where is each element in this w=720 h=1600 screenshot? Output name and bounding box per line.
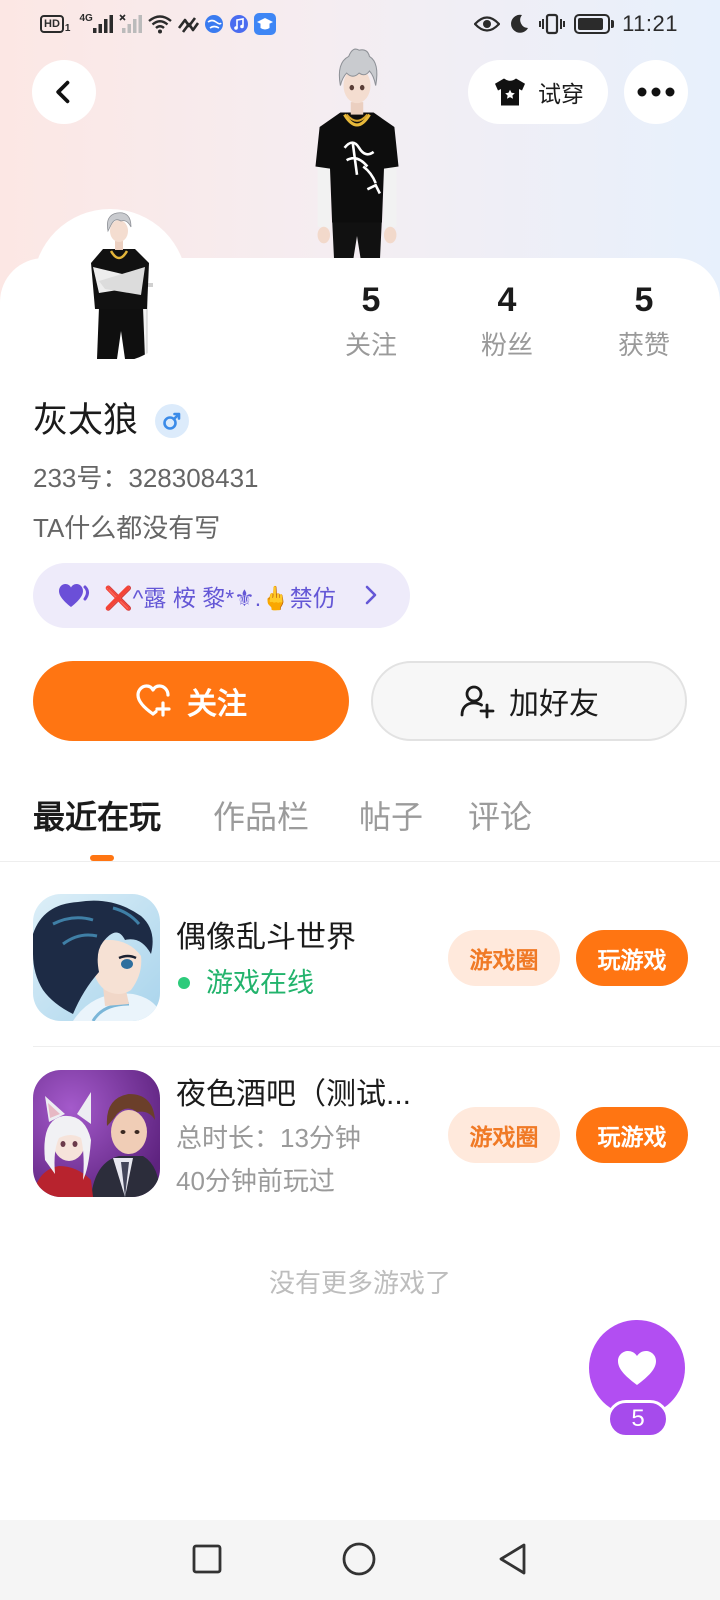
game-play-duration: 总时长：13分钟 (176, 1123, 361, 1153)
game-title[interactable]: 偶像乱斗世界 (176, 920, 356, 956)
back-button[interactable] (32, 60, 96, 124)
game-icon-art (33, 1070, 160, 1197)
stat-value: 5 (361, 281, 381, 319)
tabs-divider (0, 861, 720, 862)
stat-value: 4 (497, 281, 517, 319)
avatar-character-figure (315, 48, 399, 262)
avatar-figure (91, 212, 153, 359)
battery-icon (574, 14, 615, 34)
play-game-button[interactable]: 玩游戏 (576, 930, 688, 986)
music-icon (229, 15, 248, 33)
game-icon[interactable] (33, 1070, 160, 1197)
browser-icon (204, 15, 223, 33)
male-icon (155, 404, 189, 438)
back-icon (56, 80, 70, 104)
signal-icon (92, 15, 113, 33)
game-online-status: 游戏在线 (206, 968, 314, 998)
wifi-icon (148, 15, 172, 34)
stat-value: 5 (634, 281, 654, 319)
network-type: 4G (79, 12, 93, 24)
stat-label: 粉丝 (480, 330, 533, 360)
stat-likes[interactable]: 5 获赞 (589, 280, 699, 361)
stat-label: 关注 (344, 330, 397, 360)
heart-icon (618, 1351, 656, 1385)
follow-label: 关注 (187, 688, 247, 721)
recent-apps-icon[interactable] (192, 1544, 222, 1574)
more-icon (637, 87, 675, 97)
relationship-badge[interactable]: ❌^露 桉 黎*⚜.🖕禁仿 (33, 563, 410, 628)
game-circle-button[interactable]: 游戏圈 (448, 930, 560, 986)
battery-level (578, 18, 604, 30)
purple-heart-icon (59, 583, 89, 607)
nfc-icon (177, 17, 199, 33)
eye-comfort-icon (474, 16, 501, 32)
add-friend-button[interactable]: 加好友 (371, 661, 687, 741)
user-bio: TA什么都没有写 (33, 513, 221, 543)
signal-no-sim-icon (119, 14, 142, 33)
status-left-icons: HD 1 4G (40, 11, 276, 37)
game-icon-art (33, 894, 160, 1021)
education-icon (253, 13, 276, 35)
tab-recent-games[interactable]: 最近在玩 (33, 797, 161, 837)
follow-button[interactable]: 关注 (33, 661, 349, 741)
game-last-played: 40分钟前玩过 (176, 1166, 335, 1196)
clock: 11:21 (622, 11, 678, 36)
add-user-icon (460, 685, 495, 719)
play-game-button[interactable]: 玩游戏 (576, 1107, 688, 1163)
tab-works[interactable]: 作品栏 (213, 797, 309, 837)
add-friend-label: 加好友 (509, 688, 599, 721)
more-button[interactable] (624, 60, 688, 124)
stat-followers[interactable]: 4 粉丝 (452, 280, 562, 361)
user-name: 灰太狼 (33, 401, 139, 440)
back-nav-icon[interactable] (497, 1542, 527, 1576)
tab-posts[interactable]: 帖子 (359, 797, 423, 837)
online-status-dot (178, 977, 190, 989)
try-on-label: 试穿 (538, 81, 584, 107)
status-right-icons: 11:21 (474, 10, 678, 38)
hd-label: HD (44, 17, 60, 30)
row-divider (33, 1046, 720, 1047)
home-icon[interactable] (342, 1542, 376, 1576)
stat-label: 获赞 (617, 330, 670, 360)
list-end-text: 没有更多游戏了 (268, 1268, 451, 1298)
game-icon[interactable] (33, 894, 160, 1021)
status-bar: HD 1 4G 11:21 (0, 0, 720, 48)
try-on-button[interactable]: 试穿 (468, 60, 608, 124)
system-nav-bar (0, 1520, 720, 1600)
heart-plus-icon (136, 684, 171, 717)
tab-comments[interactable]: 评论 (468, 797, 532, 837)
badge-text: ❌^露 桉 黎*⚜.🖕禁仿 (104, 584, 336, 611)
hd-voice-icon: HD (40, 15, 64, 33)
stat-following[interactable]: 5 关注 (316, 280, 426, 361)
game-circle-button[interactable]: 游戏圈 (448, 1107, 560, 1163)
avatar[interactable] (33, 209, 187, 363)
user-id: 233号：328308431 (33, 463, 259, 493)
like-count-badge: 5 (607, 1400, 669, 1438)
t-shirt-icon (495, 78, 525, 106)
game-title[interactable]: 夜色酒吧（测试... (176, 1077, 411, 1113)
sim-index: 1 (64, 23, 71, 34)
chevron-right-icon (365, 585, 377, 605)
do-not-disturb-icon (511, 14, 529, 33)
vibrate-icon (539, 13, 566, 35)
